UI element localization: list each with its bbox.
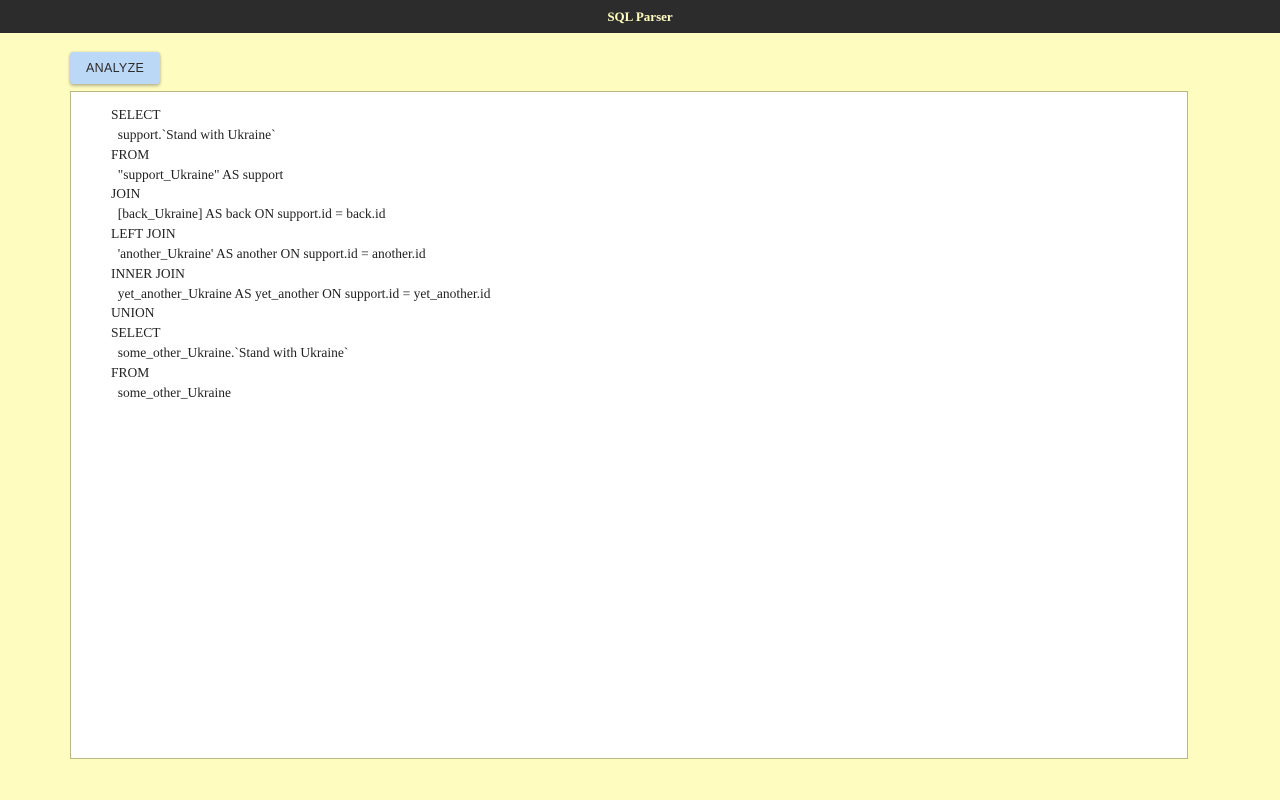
app-header: SQL Parser (0, 0, 1280, 33)
app-title: SQL Parser (607, 9, 672, 25)
main-content: ANALYZE (0, 33, 1280, 789)
analyze-button[interactable]: ANALYZE (70, 52, 160, 84)
sql-input[interactable] (70, 91, 1188, 759)
